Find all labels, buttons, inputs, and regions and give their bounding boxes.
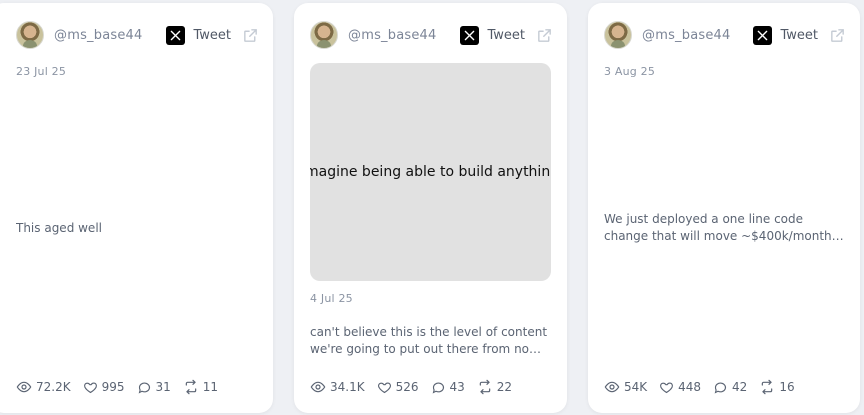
views-stat: 72.2K	[16, 379, 71, 395]
media-caption: magine being able to build anything	[310, 164, 551, 180]
tweet-card[interactable]: @ms_base44 Tweet magine being able to bu…	[294, 3, 567, 413]
comment-icon	[432, 382, 444, 394]
avatar[interactable]	[604, 21, 632, 49]
tweet-media[interactable]: magine being able to build anything	[310, 63, 551, 281]
tweet-date: 3 Aug 25	[604, 65, 656, 78]
replies-stat[interactable]: 42	[713, 380, 747, 395]
likes-stat[interactable]: 995	[83, 380, 125, 395]
comment-icon	[714, 382, 727, 394]
tweet-text: This aged well	[16, 221, 102, 235]
tweet-stats: 34.1K 526 43 22	[310, 379, 524, 395]
tweet-card[interactable]: @ms_base44 Tweet 23 Jul 25 This aged wel…	[0, 3, 273, 413]
heart-icon	[83, 382, 97, 393]
eye-icon	[16, 381, 32, 393]
retweet-icon	[762, 379, 773, 395]
retweets-stat[interactable]: 16	[759, 379, 795, 395]
author-handle[interactable]: @ms_base44	[54, 28, 142, 43]
heart-icon	[377, 382, 391, 393]
card-header: @ms_base44 Tweet	[310, 20, 553, 50]
x-logo-icon	[166, 25, 186, 45]
tweet-link[interactable]: Tweet	[193, 28, 231, 43]
tweet-card[interactable]: @ms_base44 Tweet 3 Aug 25 We just deploy…	[588, 3, 860, 413]
views-count: 34.1K	[330, 380, 365, 394]
tweet-date: 23 Jul 25	[16, 65, 67, 78]
tweet-link[interactable]: Tweet	[487, 28, 525, 43]
retweets-stat[interactable]: 11	[183, 379, 218, 395]
likes-count: 448	[678, 380, 702, 394]
replies-stat[interactable]: 31	[137, 380, 171, 395]
retweet-icon	[479, 379, 491, 395]
external-link-icon[interactable]	[242, 27, 259, 44]
likes-count: 995	[101, 380, 125, 394]
comment-icon	[138, 382, 150, 394]
retweets-count: 22	[496, 380, 513, 394]
tweet-text: can't believe this is the level of conte…	[310, 325, 548, 356]
views-stat: 54K	[604, 379, 647, 395]
retweets-count: 16	[779, 380, 795, 394]
eye-icon	[310, 381, 326, 393]
eye-icon	[604, 381, 620, 393]
external-link-icon[interactable]	[536, 27, 553, 44]
x-logo-icon	[753, 25, 773, 45]
views-count: 54K	[624, 380, 648, 394]
replies-stat[interactable]: 43	[431, 380, 465, 395]
tweet-date: 4 Jul 25	[310, 292, 353, 305]
author-handle[interactable]: @ms_base44	[348, 28, 436, 43]
tweet-stats: 54K 448 42 16	[604, 379, 807, 395]
replies-count: 42	[732, 380, 748, 394]
x-logo-icon	[460, 25, 480, 45]
tweet-text: We just deployed a one line code change …	[604, 212, 832, 243]
author-handle[interactable]: @ms_base44	[642, 28, 730, 43]
replies-count: 43	[449, 380, 465, 394]
retweets-count: 11	[202, 380, 219, 394]
retweets-stat[interactable]: 22	[477, 379, 512, 395]
likes-stat[interactable]: 448	[659, 380, 701, 395]
card-header: @ms_base44 Tweet	[16, 20, 259, 50]
likes-count: 526	[395, 380, 419, 394]
replies-count: 31	[155, 380, 171, 394]
avatar[interactable]	[310, 21, 338, 49]
retweet-icon	[185, 379, 197, 395]
external-link-icon[interactable]	[829, 27, 846, 44]
views-count: 72.2K	[36, 380, 71, 394]
views-stat: 34.1K	[310, 379, 365, 395]
tweet-stats: 72.2K 995 31 11	[16, 379, 230, 395]
heart-icon	[660, 382, 674, 393]
tweet-link[interactable]: Tweet	[780, 28, 818, 43]
card-header: @ms_base44 Tweet	[604, 20, 846, 50]
likes-stat[interactable]: 526	[377, 380, 419, 395]
avatar[interactable]	[16, 21, 44, 49]
